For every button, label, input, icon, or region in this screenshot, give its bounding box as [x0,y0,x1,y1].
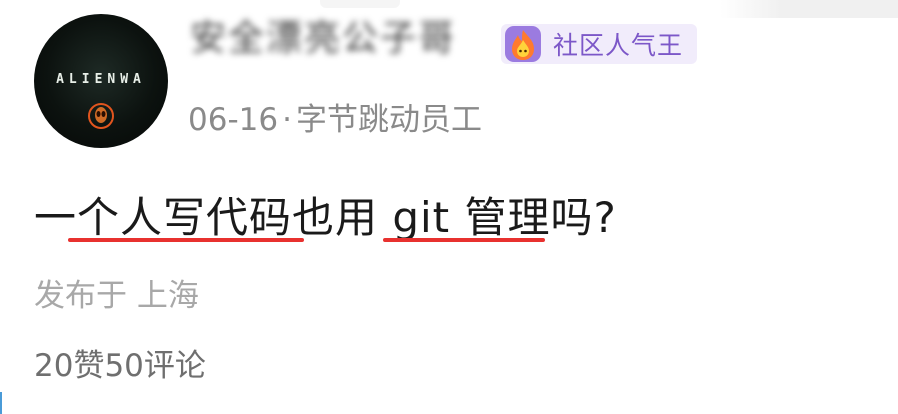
badge-label: 社区人气王 [553,31,684,60]
highlight-underline-1 [68,238,304,242]
post-date: 06-16 [188,102,279,138]
post-title[interactable]: 一个人写代码也用 git 管理吗? [34,184,617,245]
highlight-underline-2 [383,238,545,242]
comments-count[interactable]: 50评论 [104,348,205,384]
alienware-logo-icon [88,103,114,129]
watermark-fragment [320,0,400,8]
author-name[interactable]: 安全漂亮公子哥 [190,18,480,60]
flame-badge-icon [505,26,541,62]
avatar-text: ALIENWA [56,72,146,87]
community-badge[interactable]: 社区人气王 [501,24,697,64]
post-stats: 20赞50评论 [34,340,206,385]
avatar[interactable]: ALIENWA [34,14,168,148]
watermark [720,0,898,18]
meta-separator: · [282,102,292,138]
post-meta: 06-16 · 字节跳动员工 [188,94,482,139]
author-company: 字节跳动员工 [295,102,482,138]
likes-count[interactable]: 20赞 [34,348,104,384]
post-location: 发布于 上海 [34,278,199,314]
edge-marker [0,392,2,414]
